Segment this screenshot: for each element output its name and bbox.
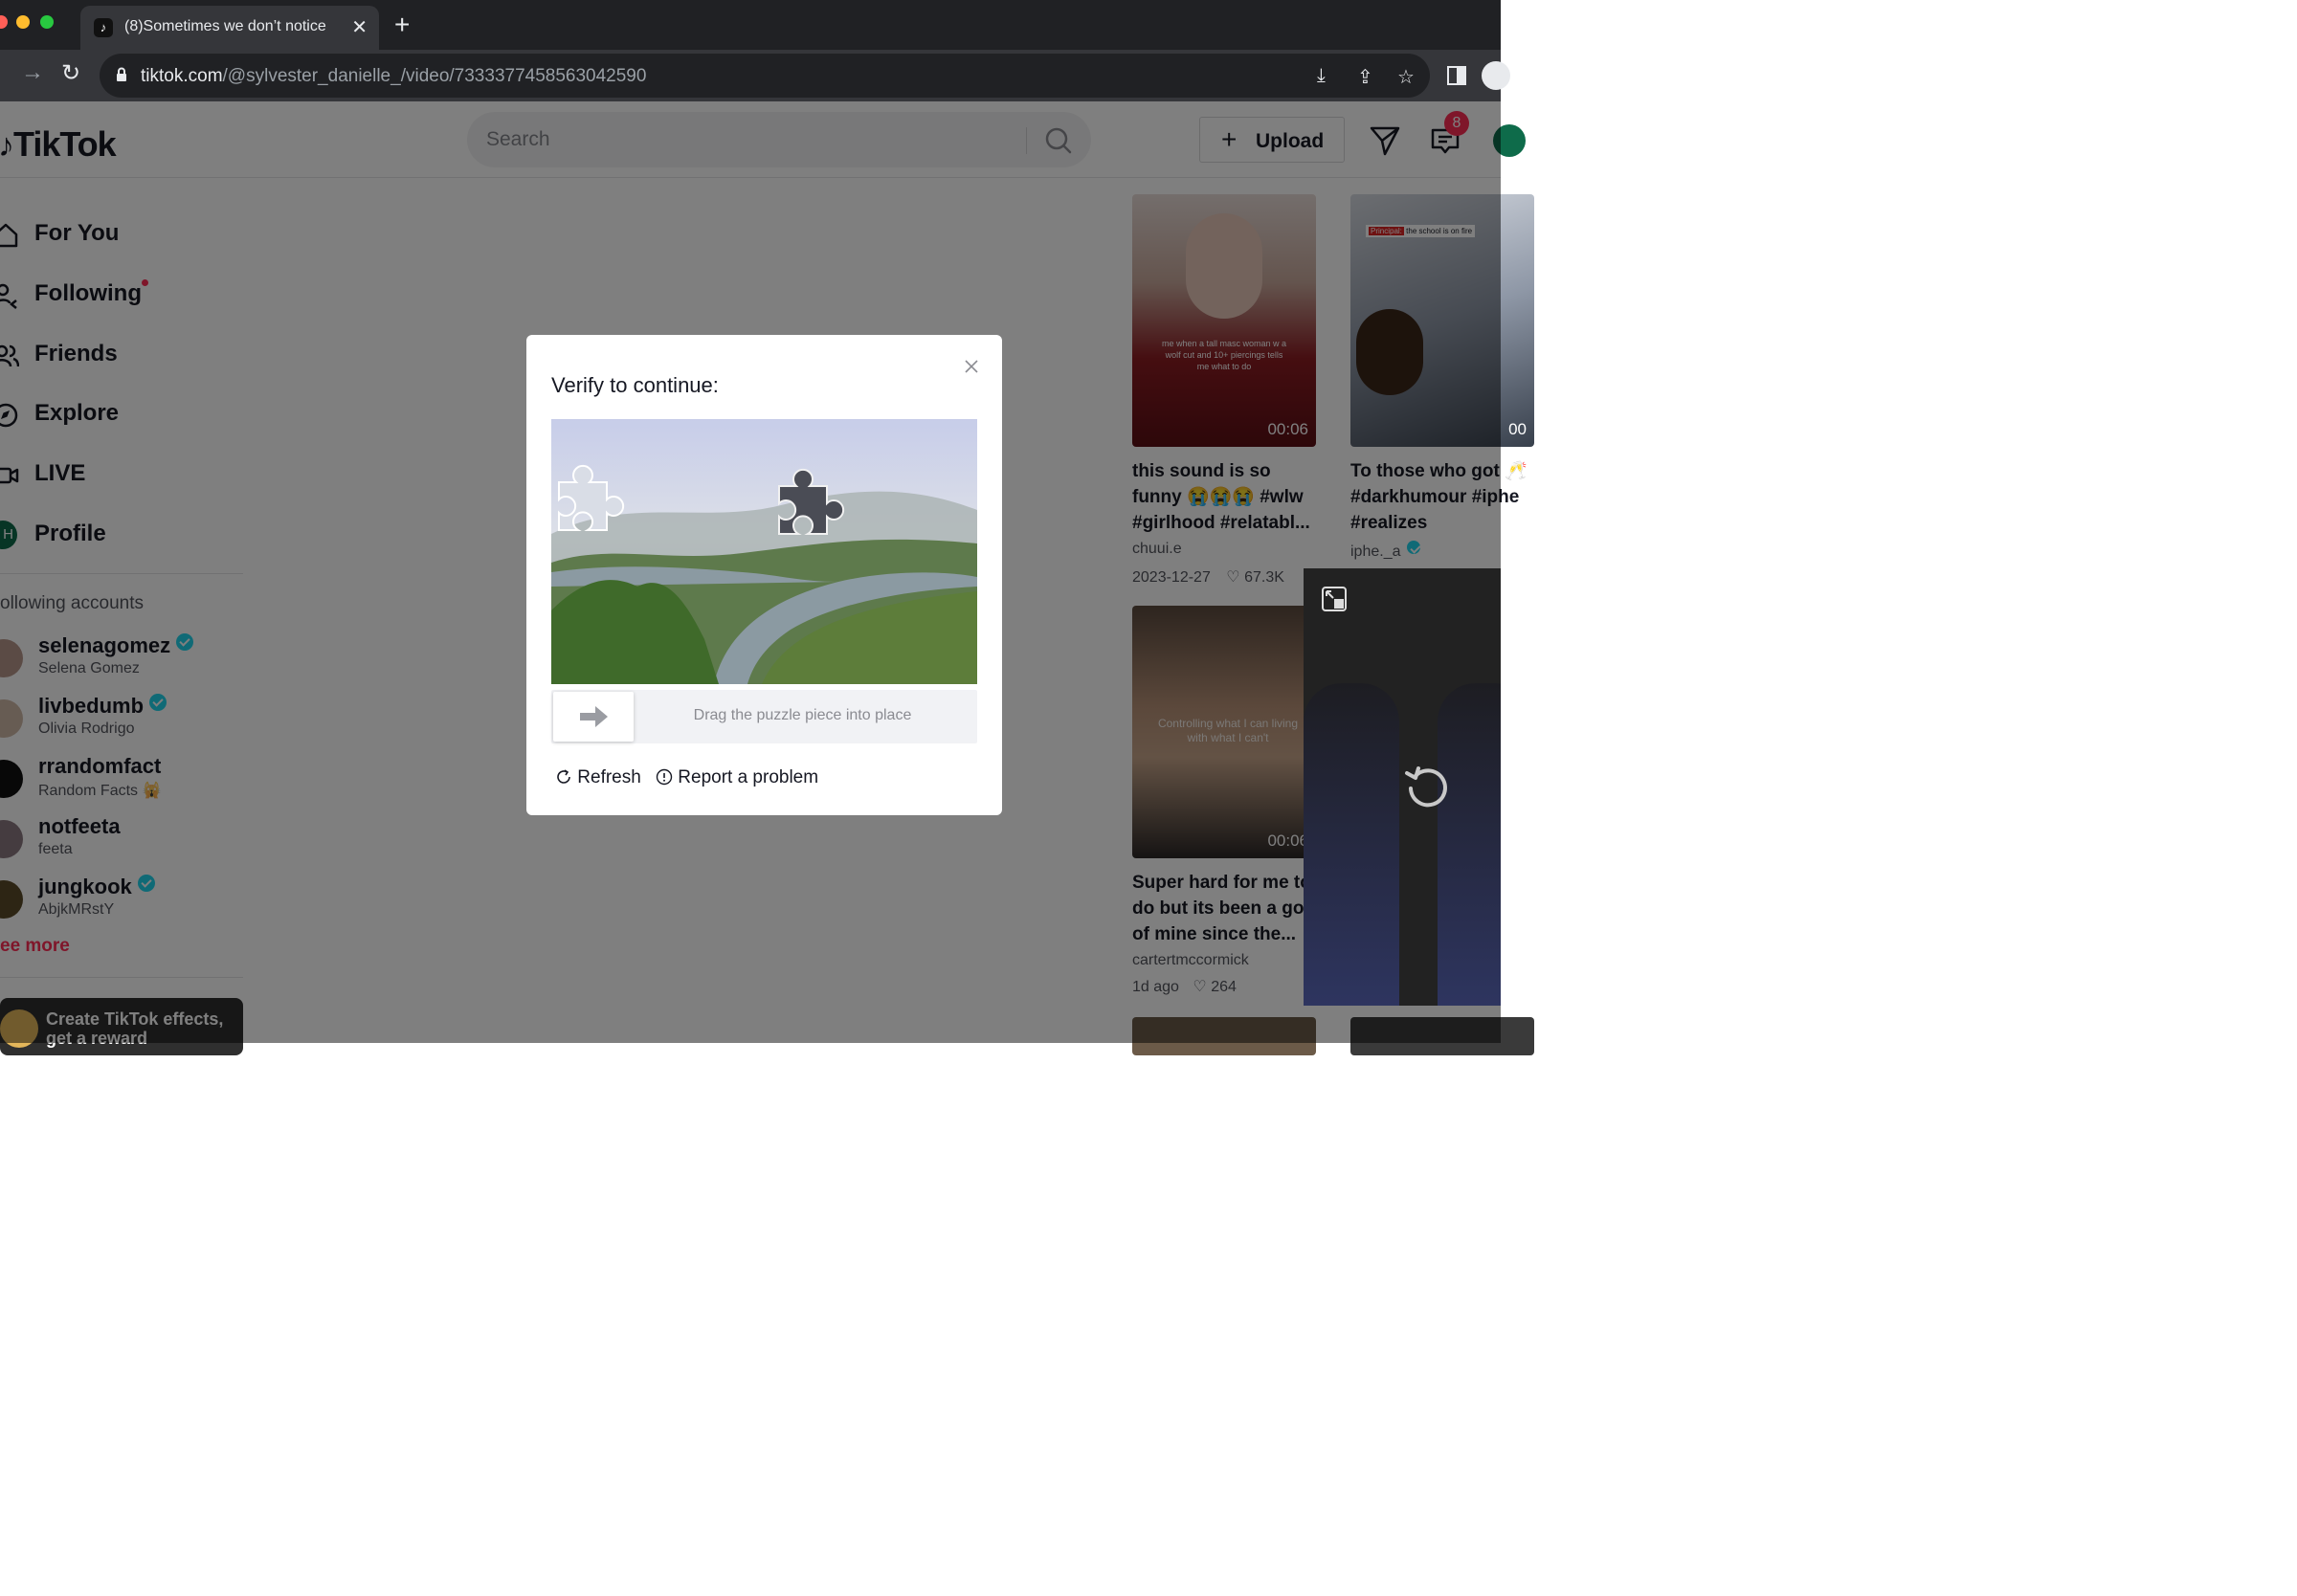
player-figure [1438, 683, 1501, 1006]
browser-tab[interactable]: ♪ (8)Sometimes we don’t notice ✕ [80, 6, 379, 50]
mini-video-player[interactable] [1304, 568, 1501, 1006]
forward-icon[interactable]: → [21, 59, 44, 86]
side-panel-icon[interactable] [1447, 66, 1466, 85]
browser-toolbar: → ↻ tiktok.com/@sylvester_danielle_/vide… [0, 50, 1510, 101]
address-bar[interactable]: tiktok.com/@sylvester_danielle_/video/73… [100, 54, 1430, 98]
refresh-button[interactable]: Refresh [555, 767, 641, 788]
window-zoom-dot[interactable] [40, 15, 54, 29]
captcha-slider-track: Drag the puzzle piece into place [551, 690, 977, 743]
info-circle-icon [656, 768, 673, 786]
replay-icon[interactable] [1403, 762, 1451, 809]
slider-handle[interactable] [553, 692, 634, 742]
refresh-label: Refresh [577, 767, 641, 787]
tab-title: (8)Sometimes we don’t notice [124, 18, 326, 34]
tiktok-favicon-icon: ♪ [94, 18, 113, 37]
refresh-icon [557, 769, 570, 784]
bookmark-star-icon[interactable]: ☆ [1397, 65, 1415, 89]
url-host: tiktok.com [141, 66, 223, 86]
report-label: Report a problem [678, 767, 819, 787]
video-duration: 00 [1508, 420, 1527, 438]
arrow-right-icon [580, 706, 608, 727]
install-app-icon[interactable]: ⤓ [1317, 65, 1326, 87]
url-text: tiktok.com/@sylvester_danielle_/video/73… [141, 66, 646, 87]
modal-title: Verify to continue: [551, 373, 719, 397]
lock-icon [117, 67, 126, 81]
close-icon[interactable] [963, 358, 980, 375]
exit-mini-player-icon[interactable] [1321, 586, 1348, 612]
window-minimize-dot[interactable] [16, 15, 30, 29]
reload-icon[interactable]: ↻ [61, 59, 80, 87]
verify-modal: Verify to continue: Drag the puzzle piec… [526, 335, 1002, 815]
share-icon[interactable]: ⇪ [1357, 65, 1373, 89]
browser-tab-strip: ♪ (8)Sometimes we don’t notice ✕ + [0, 0, 1501, 50]
player-figure [1304, 683, 1399, 1006]
url-path: /@sylvester_danielle_/video/733337745856… [222, 66, 647, 86]
captcha-puzzle-image [551, 419, 977, 684]
new-tab-icon[interactable]: + [394, 11, 410, 38]
profile-avatar-icon[interactable] [1482, 61, 1510, 90]
slider-hint: Drag the puzzle piece into place [693, 707, 912, 723]
report-problem-button[interactable]: Report a problem [656, 767, 818, 788]
tab-close-icon[interactable]: ✕ [351, 15, 368, 39]
window-close-dot[interactable] [0, 15, 8, 29]
